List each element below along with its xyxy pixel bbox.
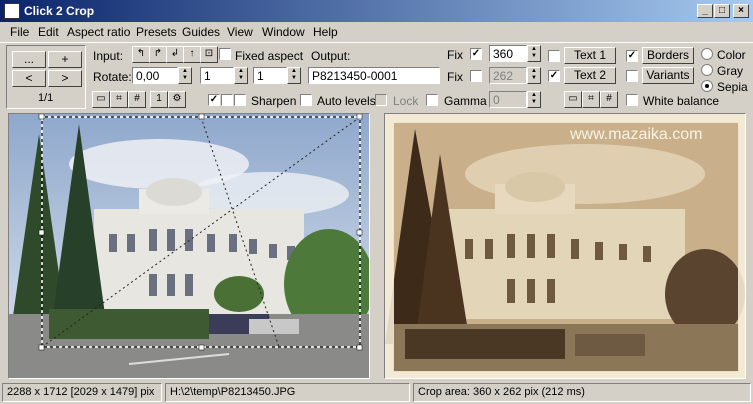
add-button[interactable]: +	[48, 51, 82, 68]
aspect-height-spinner[interactable]: ▲ ▼	[287, 67, 301, 84]
menu-view[interactable]: View	[227, 25, 253, 39]
borders-checkbox[interactable]: ✓	[626, 50, 638, 62]
gamma-checkbox[interactable]	[426, 94, 438, 106]
output-height-field[interactable]: 262	[489, 67, 527, 84]
output-label: Output:	[311, 49, 351, 63]
fix-width-label: Fix	[447, 48, 463, 62]
rotate-up-icon[interactable]: ↑	[183, 46, 201, 63]
browse-button[interactable]: ...	[12, 51, 46, 68]
tools-icon[interactable]: ⚙	[168, 91, 186, 108]
status-path: H:\2\temp\P8213450.JPG	[165, 383, 410, 402]
gamma-spinner[interactable]: ▲ ▼	[527, 91, 541, 108]
output-width-spinner[interactable]: ▲ ▼	[527, 45, 541, 62]
output-height-spinner[interactable]: ▲ ▼	[527, 67, 541, 84]
gamma-field[interactable]: 0	[489, 91, 527, 108]
sharpen-label: Sharpen	[251, 94, 297, 108]
menu-help[interactable]: Help	[313, 25, 338, 39]
auto-levels-label: Auto levels	[317, 94, 376, 108]
monitor-icon[interactable]: ▭	[92, 91, 110, 108]
output-preview-canvas[interactable]: www.mazaika.com	[384, 113, 746, 379]
white-balance-checkbox[interactable]	[626, 94, 638, 106]
aspect-height-field[interactable]: 1	[253, 67, 287, 84]
gray-label: Gray	[717, 64, 744, 78]
rotate-left-icon[interactable]: ↰	[132, 46, 150, 63]
menu-edit[interactable]: Edit	[38, 25, 59, 39]
output-grid-icon[interactable]: #	[600, 91, 618, 108]
aspect-width-spinner[interactable]: ▲ ▼	[234, 67, 248, 84]
close-button[interactable]: ×	[733, 4, 749, 18]
minimize-button[interactable]: _	[697, 4, 713, 18]
sharpen-level-2-checkbox[interactable]	[221, 94, 233, 106]
sepia-label: Sepia	[717, 80, 748, 94]
rotate-ccw-icon[interactable]: ↱	[149, 46, 167, 63]
text2-button[interactable]: Text 2	[564, 67, 616, 84]
variants-checkbox[interactable]	[626, 70, 638, 82]
fix-width-checkbox[interactable]: ✓	[470, 48, 482, 60]
output-monitor-icon[interactable]: ▭	[564, 91, 582, 108]
flip-icon[interactable]: ↲	[166, 46, 184, 63]
aspect-lock-icon[interactable]: ⊡	[200, 46, 218, 63]
auto-levels-checkbox[interactable]	[300, 94, 312, 106]
output-photo: www.mazaika.com	[385, 114, 745, 378]
output-width-field[interactable]: 360	[489, 45, 527, 62]
fixed-aspect-label: Fixed aspect	[235, 49, 304, 63]
text2-checkbox[interactable]: ✓	[548, 70, 560, 82]
gray-radio[interactable]	[701, 64, 713, 76]
rotate-spinner[interactable]: ▲ ▼	[178, 67, 192, 84]
menu-file[interactable]: File	[10, 25, 29, 39]
menu-aspect-ratio[interactable]: Aspect ratio	[67, 25, 130, 39]
variants-button[interactable]: Variants	[642, 67, 694, 84]
color-label: Color	[717, 48, 746, 62]
white-balance-label: White balance	[643, 94, 720, 108]
nav-panel: ... + < > 1/1	[6, 45, 86, 109]
next-button[interactable]: >	[48, 70, 82, 87]
prev-button[interactable]: <	[12, 70, 46, 87]
color-radio[interactable]	[701, 48, 713, 60]
gamma-label: Gamma	[444, 94, 487, 108]
fix-height-label: Fix	[447, 70, 463, 84]
watermark-text: www.mazaika.com	[569, 126, 702, 143]
rotate-label: Rotate:	[93, 70, 132, 84]
status-dimensions: 2288 x 1712 [2029 x 1479] pix	[2, 383, 162, 402]
aspect-width-field[interactable]: 1	[200, 67, 234, 84]
window-title: Click 2 Crop	[24, 4, 95, 18]
borders-button[interactable]: Borders	[642, 47, 694, 64]
fixed-aspect-checkbox[interactable]	[219, 48, 231, 60]
grid-icon[interactable]: #	[128, 91, 146, 108]
status-crop-area: Crop area: 360 x 262 pix (212 ms)	[413, 383, 751, 402]
lock-checkbox[interactable]	[375, 94, 387, 106]
menu-window[interactable]: Window	[262, 25, 305, 39]
input-photo	[9, 114, 369, 378]
status-bar: 2288 x 1712 [2029 x 1479] pix H:\2\temp\…	[0, 381, 753, 404]
input-label: Input:	[93, 49, 124, 63]
sharpen-level-3-checkbox[interactable]	[234, 94, 246, 106]
image-counter: 1/1	[38, 92, 54, 104]
sharpen-level-1-checkbox[interactable]: ✓	[208, 94, 220, 106]
input-image-canvas[interactable]	[8, 113, 370, 379]
rotate-field[interactable]: 0,00	[132, 67, 178, 84]
app-icon	[4, 3, 20, 19]
one-to-one-icon[interactable]: 1	[150, 91, 168, 108]
title-bar: Click 2 Crop _ □ ×	[0, 0, 753, 22]
toolbar: ... + < > 1/1 Input: ↰ ↱ ↲ ↑ Rotate: 0,0…	[0, 42, 753, 112]
output-fit-icon[interactable]: ⌗	[582, 91, 600, 108]
text1-button[interactable]: Text 1	[564, 47, 616, 64]
text1-checkbox[interactable]	[548, 50, 560, 62]
fit-icon[interactable]: ⌗	[110, 91, 128, 108]
output-filename-field[interactable]: P8213450-0001	[308, 67, 440, 84]
lock-label: Lock	[393, 94, 419, 108]
menu-bar: File Edit Aspect ratio Presets Guides Vi…	[0, 22, 753, 42]
fix-height-checkbox[interactable]	[470, 70, 482, 82]
maximize-button[interactable]: □	[714, 4, 730, 18]
menu-guides[interactable]: Guides	[182, 25, 220, 39]
menu-presets[interactable]: Presets	[136, 25, 177, 39]
sepia-radio[interactable]	[701, 80, 713, 92]
